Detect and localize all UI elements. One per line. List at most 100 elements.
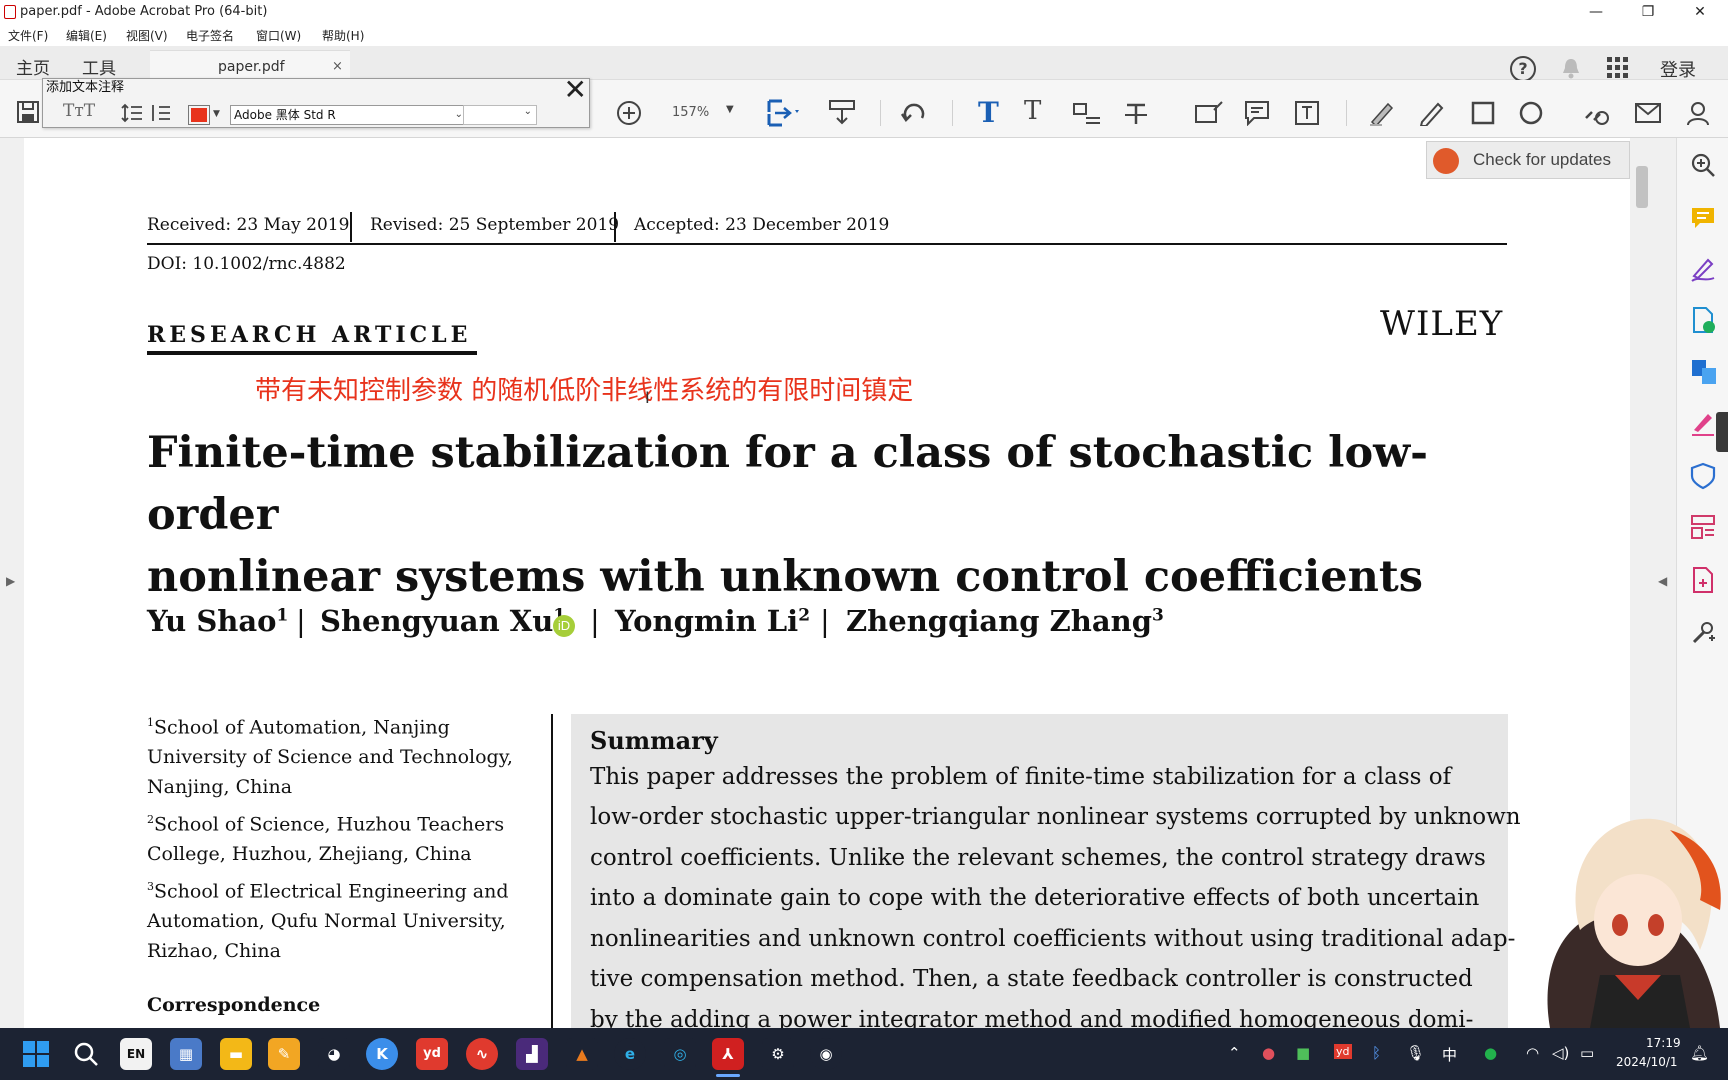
zoom-in-icon[interactable] — [616, 100, 642, 126]
matlab-icon[interactable]: ▲ — [566, 1038, 598, 1070]
windows-start-icon[interactable] — [22, 1040, 50, 1068]
summary-line: tive compensation method. Then, a state … — [590, 966, 1473, 992]
add-text-tool-icon[interactable]: T — [978, 96, 999, 129]
rectangle-icon[interactable] — [1470, 100, 1496, 126]
check-updates-button[interactable]: Check for updates — [1426, 141, 1630, 179]
more-tools-icon[interactable] — [1690, 620, 1716, 646]
clock-time[interactable]: 17:19 — [1646, 1036, 1681, 1050]
k-app-icon[interactable]: K — [366, 1038, 398, 1070]
help-icon[interactable]: ? — [1510, 56, 1536, 82]
line-spacing-increase-icon[interactable] — [121, 103, 143, 123]
line-spacing-decrease-icon[interactable] — [149, 103, 171, 123]
edit-sign-icon[interactable] — [1690, 410, 1718, 436]
right-panel-collapse-icon[interactable]: ◀ — [1658, 574, 1667, 588]
scroll-mode-icon[interactable] — [828, 98, 856, 126]
settings-app-icon[interactable]: ⚙ — [762, 1038, 794, 1070]
notification-bell-icon[interactable]: 🔔︎ — [1690, 1044, 1709, 1062]
orcid-icon[interactable]: iD — [553, 615, 575, 637]
prepare-form-icon[interactable] — [1690, 514, 1716, 540]
close-window-button[interactable]: ✕ — [1676, 0, 1724, 24]
menu-edit[interactable]: 编辑(E) — [66, 27, 107, 44]
font-size-select[interactable]: ⌄ — [463, 105, 537, 125]
share-user-icon[interactable] — [1686, 100, 1714, 126]
search-icon[interactable] — [72, 1040, 100, 1068]
document-tab-close[interactable]: × — [332, 59, 343, 74]
tab-tools[interactable]: 工具 — [82, 54, 116, 79]
text-field-icon[interactable] — [1194, 100, 1224, 126]
summary-heading: Summary — [590, 726, 718, 755]
add-text-annotation-toolbar[interactable]: 添加文本注释 ✕ TᴛT ▼ Adobe 黑体 Std R ⌄ ⌄ — [42, 76, 590, 128]
ellipse-icon[interactable] — [1518, 100, 1544, 126]
volume-icon[interactable]: ◁) — [1552, 1044, 1569, 1062]
text-callout-icon[interactable]: T — [1024, 96, 1041, 126]
restore-button[interactable]: ❐ — [1624, 0, 1672, 24]
pencil-icon[interactable] — [1418, 98, 1446, 126]
check-updates-label: Check for updates — [1473, 150, 1611, 169]
video-app-icon[interactable]: ∿ — [466, 1038, 498, 1070]
bluetooth-icon[interactable]: ᛒ — [1372, 1044, 1381, 1062]
desktop-mascot-character[interactable] — [1520, 800, 1728, 1028]
organize-pages-icon[interactable] — [1690, 358, 1718, 386]
text-color-swatch[interactable] — [188, 105, 210, 125]
tab-home[interactable]: 主页 — [16, 54, 50, 79]
clock-date[interactable]: 2024/10/1 — [1616, 1055, 1678, 1069]
vertical-scrollbar-thumb[interactable] — [1636, 166, 1648, 208]
qq-app-icon[interactable]: ◕ — [318, 1038, 350, 1070]
wifi-icon[interactable]: ◠ — [1526, 1044, 1539, 1062]
game-app-icon[interactable]: ▟ — [516, 1038, 548, 1070]
menu-help[interactable]: 帮助(H) — [322, 27, 364, 44]
ime-en-icon[interactable]: EN — [120, 1038, 152, 1070]
text-box-icon[interactable] — [1294, 100, 1320, 126]
protect-shield-icon[interactable] — [1690, 462, 1716, 490]
login-button[interactable]: 登录 — [1660, 56, 1696, 82]
email-icon[interactable] — [1634, 102, 1662, 124]
minimize-button[interactable]: — — [1572, 0, 1620, 24]
panel-handle[interactable] — [1716, 412, 1728, 452]
export-pdf-icon[interactable] — [1690, 306, 1716, 334]
youdao-app-icon[interactable]: yd — [416, 1038, 448, 1070]
file-explorer-icon[interactable]: ▬ — [220, 1038, 252, 1070]
photos-app-icon[interactable]: ▦ — [170, 1038, 202, 1070]
zoom-level[interactable]: 157% — [672, 105, 709, 120]
fit-page-icon[interactable] — [766, 98, 802, 128]
fill-sign-icon[interactable] — [1690, 256, 1716, 282]
strikethrough-icon[interactable] — [1122, 100, 1150, 128]
menu-view[interactable]: 视图(V) — [126, 27, 168, 44]
comment-icon[interactable] — [1244, 100, 1270, 126]
menu-esign[interactable]: 电子签名 — [186, 27, 234, 44]
tray-wechat-icon[interactable]: ● — [1484, 1044, 1497, 1062]
menu-file[interactable]: 文件(F) — [8, 27, 48, 44]
apps-grid-icon[interactable] — [1606, 56, 1630, 80]
rotate-icon[interactable] — [900, 100, 928, 126]
acrobat-taskbar-icon[interactable]: ⅄ — [712, 1038, 744, 1070]
tab-document[interactable]: paper.pdf × — [150, 50, 350, 80]
ime-chinese-indicator[interactable]: 中 — [1442, 1044, 1457, 1065]
comment-panel-icon[interactable] — [1690, 206, 1716, 230]
color-dropdown-icon[interactable]: ▼ — [213, 109, 220, 119]
link-icon[interactable] — [1582, 100, 1612, 126]
chinese-annotation-text[interactable]: 带有未知控制参数 的随机低阶非线性系统的有限时间镇定 — [255, 370, 913, 407]
tray-app-icon[interactable]: ■ — [1296, 1044, 1310, 1062]
search-zoom-icon[interactable] — [1690, 152, 1716, 178]
menu-window[interactable]: 窗口(W) — [256, 27, 301, 44]
save-icon[interactable] — [16, 100, 40, 124]
highlight-icon[interactable] — [1368, 98, 1396, 126]
create-pdf-icon[interactable] — [1690, 566, 1716, 594]
notes-app-icon[interactable]: ✎ — [268, 1038, 300, 1070]
tray-overflow-icon[interactable]: ⌃ — [1228, 1044, 1241, 1062]
app-icon[interactable]: ◎ — [664, 1038, 696, 1070]
zoom-dropdown-icon[interactable]: ▼ — [726, 104, 734, 115]
edge-browser-icon[interactable]: e — [614, 1038, 646, 1070]
bell-icon[interactable] — [1560, 56, 1582, 80]
microphone-icon[interactable]: 🎙︎ — [1406, 1044, 1425, 1062]
annotation-toolbar-close[interactable]: ✕ — [564, 76, 587, 104]
font-select[interactable]: Adobe 黑体 Std R ⌄ — [230, 105, 468, 125]
tray-record-icon[interactable]: ● — [1262, 1044, 1275, 1062]
left-panel-expand-icon[interactable]: ▶ — [6, 574, 15, 588]
steam-icon[interactable]: ◉ — [810, 1038, 842, 1070]
text-size-decrease-icon[interactable]: TᴛT — [63, 101, 95, 121]
battery-icon[interactable]: ▭ — [1580, 1044, 1594, 1062]
tray-youdao-icon[interactable]: yd — [1334, 1044, 1352, 1059]
insert-text-icon[interactable] — [1072, 100, 1102, 128]
correspondence-heading: Correspondence — [147, 994, 321, 1016]
